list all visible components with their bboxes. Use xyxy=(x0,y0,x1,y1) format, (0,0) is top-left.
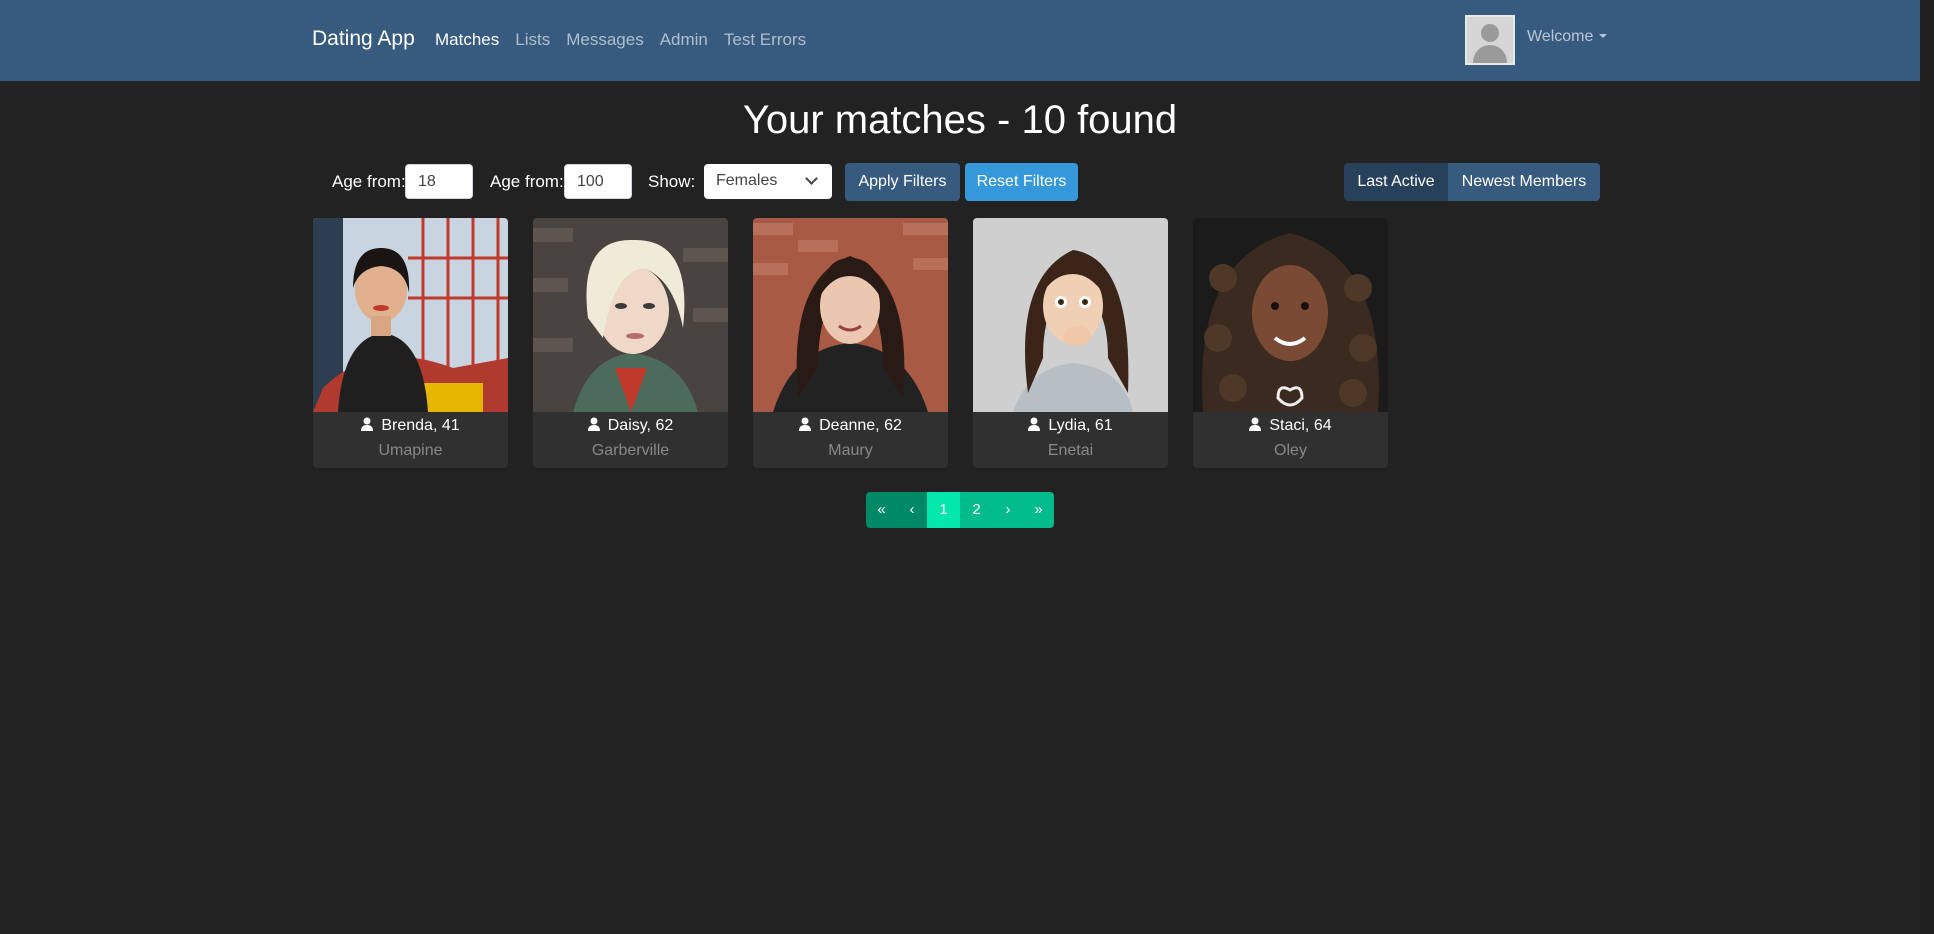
age-to-input[interactable] xyxy=(564,164,632,199)
user-icon xyxy=(1028,417,1041,431)
user-icon xyxy=(799,417,812,431)
member-photo xyxy=(1193,218,1388,412)
nav-link-lists[interactable]: Lists xyxy=(515,30,550,50)
member-card[interactable]: Staci, 64 Oley xyxy=(1193,218,1388,468)
pagination-page-1[interactable]: 1 xyxy=(927,492,960,528)
member-card[interactable]: Brenda, 41 Umapine xyxy=(313,218,508,468)
age-to-label: Age from: xyxy=(490,172,564,191)
pagination: « ‹ 1 2 › » xyxy=(866,492,1054,528)
pagination-next[interactable]: › xyxy=(993,492,1023,528)
nav-link-test-errors[interactable]: Test Errors xyxy=(724,30,806,50)
member-name-age: Daisy, 62 xyxy=(533,417,728,435)
nav-link-matches[interactable]: Matches xyxy=(435,30,499,50)
user-avatar[interactable] xyxy=(1465,15,1515,65)
reset-filters-button[interactable]: Reset Filters xyxy=(965,163,1078,201)
member-photo xyxy=(753,218,948,412)
pagination-first[interactable]: « xyxy=(866,492,897,528)
page-scrollbar[interactable] xyxy=(1920,0,1934,934)
gender-select-value: Females xyxy=(716,172,778,189)
welcome-label: Welcome xyxy=(1527,28,1594,45)
member-card[interactable]: Lydia, 61 Enetai xyxy=(973,218,1168,468)
gender-select[interactable]: Females xyxy=(704,164,832,199)
welcome-dropdown-toggle[interactable]: Welcome xyxy=(1527,28,1608,46)
member-city: Oley xyxy=(1274,442,1307,459)
member-photo xyxy=(313,218,508,412)
member-city: Maury xyxy=(828,442,873,459)
age-from-input[interactable] xyxy=(405,164,473,199)
sort-newest-members-button[interactable]: Newest Members xyxy=(1448,163,1600,201)
member-name-age: Staci, 64 xyxy=(1193,417,1388,435)
pagination-page-2[interactable]: 2 xyxy=(960,492,993,528)
top-navbar: Dating App Matches Lists Messages Admin … xyxy=(0,0,1920,81)
pagination-prev[interactable]: ‹ xyxy=(897,492,927,528)
member-photo xyxy=(973,218,1168,412)
age-from-label: Age from: xyxy=(332,172,406,191)
apply-filters-button[interactable]: Apply Filters xyxy=(845,163,960,201)
show-label: Show: xyxy=(648,172,696,191)
member-card[interactable]: Daisy, 62 Garberville xyxy=(533,218,728,468)
brand-link[interactable]: Dating App xyxy=(312,27,415,51)
user-icon xyxy=(587,417,600,431)
member-photo xyxy=(533,218,728,412)
nav-links: Matches Lists Messages Admin Test Errors xyxy=(435,30,822,50)
page-title: Your matches - 10 found xyxy=(742,98,1178,142)
nav-link-admin[interactable]: Admin xyxy=(660,30,708,50)
caret-down-icon xyxy=(1599,34,1608,38)
member-name-age: Deanne, 62 xyxy=(753,417,948,435)
nav-link-messages[interactable]: Messages xyxy=(566,30,643,50)
member-city: Umapine xyxy=(378,442,443,459)
member-city: Enetai xyxy=(1047,442,1094,459)
avatar-placeholder-icon xyxy=(1481,24,1499,42)
member-name-age: Brenda, 41 xyxy=(313,417,508,435)
member-card[interactable]: Deanne, 62 Maury xyxy=(753,218,948,468)
sort-button-group: Last Active Newest Members xyxy=(1344,163,1600,201)
user-icon xyxy=(361,417,374,431)
sort-last-active-button[interactable]: Last Active xyxy=(1344,163,1448,201)
user-icon xyxy=(1249,417,1262,431)
pagination-last[interactable]: » xyxy=(1023,492,1054,528)
member-city: Garberville xyxy=(591,442,670,459)
chevron-down-icon xyxy=(805,172,818,185)
member-name-age: Lydia, 61 xyxy=(973,417,1168,435)
